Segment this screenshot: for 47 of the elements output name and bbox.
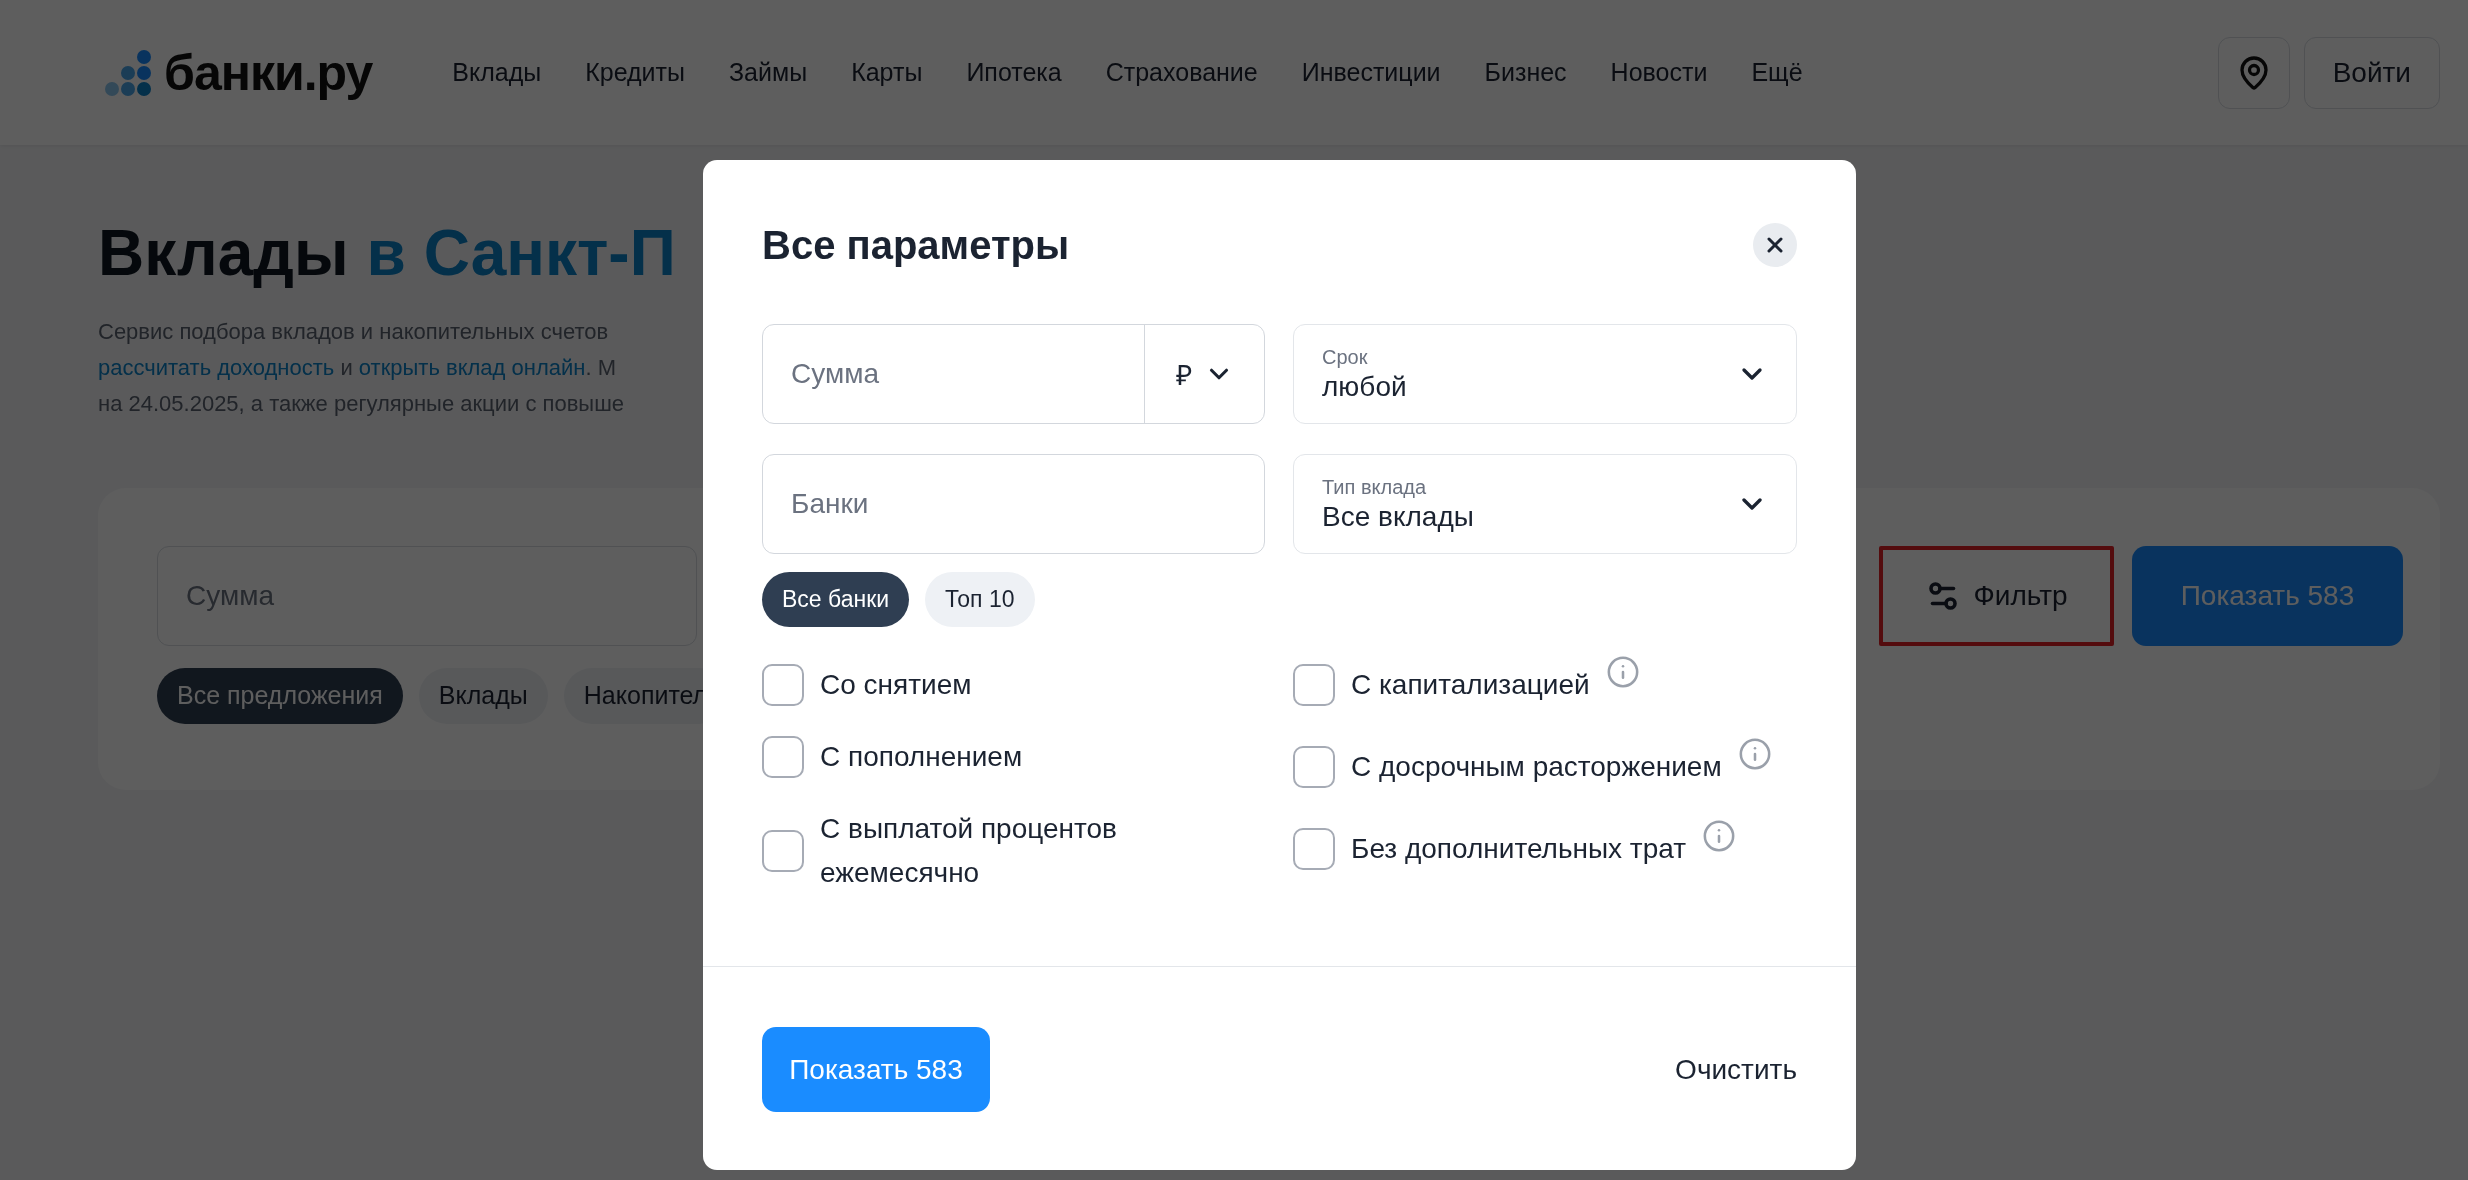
show-results-button[interactable]: Показать 583 <box>762 1027 990 1112</box>
nav-link[interactable]: Страхование <box>1105 58 1258 87</box>
nav-link[interactable]: Вклады <box>452 58 542 87</box>
bank-chip[interactable]: Топ 10 <box>925 572 1035 627</box>
option-label: С пополнением <box>820 740 1023 774</box>
banks-field[interactable]: Банки <box>762 454 1265 554</box>
nav-link[interactable]: Кредиты <box>585 58 685 87</box>
nav-link[interactable]: Ипотека <box>966 58 1062 87</box>
checkbox[interactable] <box>762 830 804 872</box>
checkbox[interactable] <box>1293 746 1335 788</box>
option-label: С досрочным расторжением <box>1351 750 1722 784</box>
show-results-button[interactable]: Показать 583 <box>2132 545 2403 646</box>
currency-select[interactable]: ₽ <box>1144 325 1264 423</box>
filter-button[interactable]: Фильтр <box>1879 545 2114 646</box>
term-select[interactable]: Срок любой <box>1293 324 1797 424</box>
nav-link[interactable]: Инвестиции <box>1301 58 1441 87</box>
nav-link[interactable]: Карты <box>851 58 923 87</box>
close-button[interactable] <box>1753 223 1797 267</box>
nav-link[interactable]: Новости <box>1610 58 1708 87</box>
info-icon[interactable] <box>1605 655 1640 689</box>
intro-link[interactable]: открыть вклад онлайн <box>358 354 586 380</box>
nav-link[interactable]: Бизнес <box>1484 58 1567 87</box>
nav-link[interactable]: Ещё <box>1751 58 1803 87</box>
checkbox[interactable] <box>762 736 804 778</box>
location-button[interactable] <box>2217 36 2290 109</box>
filter-chip[interactable]: Вклады <box>418 667 548 724</box>
info-icon[interactable] <box>1702 819 1737 853</box>
clear-button[interactable]: Очистить <box>1675 1053 1797 1086</box>
option-label: С выплатой процентов ежемесячно <box>820 812 1118 890</box>
checkbox[interactable] <box>762 664 804 706</box>
checkbox[interactable] <box>1293 664 1335 706</box>
option-label: С капитализацией <box>1351 668 1590 702</box>
deposit-type-select[interactable]: Тип вклада Все вклады <box>1293 454 1797 554</box>
login-button[interactable]: Войти <box>2303 36 2440 109</box>
logo-text[interactable]: банки.ру <box>164 43 373 102</box>
intro-link[interactable]: рассчитать доходность <box>98 354 335 380</box>
option-label: Без дополнительных трат <box>1351 832 1687 866</box>
info-icon[interactable] <box>1737 737 1772 771</box>
page-heading-city: в Санкт-П <box>366 216 676 291</box>
filter-chip[interactable]: Все предложения <box>157 667 403 724</box>
dialog-title: Все параметры <box>762 222 1070 268</box>
option-label: Со снятием <box>820 668 972 702</box>
page-heading: Вклады <box>98 216 349 291</box>
amount-field: Сумма ₽ <box>762 324 1265 424</box>
bank-chip[interactable]: Все банки <box>762 572 910 627</box>
checkbox[interactable] <box>1293 828 1335 870</box>
nav-link[interactable]: Займы <box>729 58 808 87</box>
